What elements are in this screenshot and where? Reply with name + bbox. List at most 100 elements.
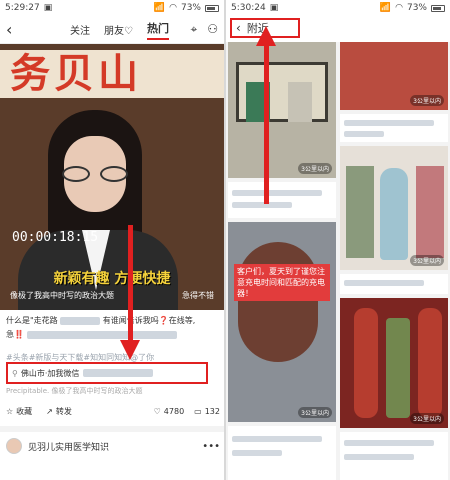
- tab-hot[interactable]: 热门: [146, 20, 169, 40]
- notification-icon: ▣: [269, 3, 279, 13]
- share-icon: ↗: [46, 406, 53, 416]
- battery-percent: 73%: [406, 3, 427, 13]
- back-icon[interactable]: ‹: [236, 21, 241, 35]
- video-caption-main: 新颖有趣 方便快捷: [53, 271, 171, 287]
- more-icon[interactable]: •••: [202, 441, 220, 452]
- tile-image: [238, 242, 318, 362]
- feed-tile[interactable]: 3公里以内: [340, 146, 448, 270]
- author-name[interactable]: 见羽儿实用医学知识: [28, 440, 109, 453]
- blurred-text: [60, 316, 101, 325]
- blurred-text: [344, 454, 414, 460]
- tile-image-object: [346, 166, 374, 258]
- star-icon: ☆: [6, 406, 14, 416]
- location-text: 佛山市·加我微信: [20, 368, 80, 378]
- feed-tile-caption[interactable]: [340, 432, 448, 480]
- signal-icon: 📶: [379, 3, 392, 13]
- caption-sub-right: 急得不错: [182, 291, 214, 300]
- tile-overlay-text: 客户们，夏天到了谨您注意充电时间和匹配的充电器！: [234, 264, 330, 301]
- post-tags[interactable]: #头条#新版与天下载#知知同知知@了你: [6, 352, 220, 362]
- post-caption: 什么是"走花路 有谁闻告诉我吗❓在线等, 急‼️: [6, 314, 220, 342]
- status-time: 5:29:27: [5, 3, 40, 13]
- caption-line1-prefix: 什么是"走花路: [6, 316, 58, 325]
- presenter-glasses: [62, 166, 128, 182]
- location-link[interactable]: ⚲ 佛山市·加我微信: [6, 362, 208, 384]
- feed-tile[interactable]: 客户们，夏天到了谨您注意充电时间和匹配的充电器！ 3公里以内: [228, 222, 336, 422]
- annotation-arrow-shaft: [264, 44, 269, 204]
- distance-badge: 3公里以内: [410, 95, 444, 106]
- post-actions: ☆ 收藏 ↗ 转发 ♡ 4780 ▭ 132: [6, 402, 220, 420]
- wifi-icon: ◠: [169, 3, 177, 13]
- tile-image-object: [386, 318, 410, 418]
- blurred-text: [26, 330, 177, 339]
- divider: [0, 426, 224, 432]
- blurred-text: [232, 190, 322, 196]
- caption-line1-end: 在线等,: [168, 316, 196, 325]
- distance-badge: 3公里以内: [410, 255, 444, 266]
- battery-percent: 73%: [180, 3, 201, 13]
- feed-tile-caption[interactable]: [228, 182, 336, 218]
- back-icon[interactable]: ‹: [6, 20, 28, 39]
- avatar[interactable]: [6, 438, 22, 454]
- blurred-text: [344, 440, 434, 446]
- annotation-arrow-head: [120, 340, 140, 360]
- tab-following[interactable]: 关注: [70, 22, 90, 37]
- exclamation-emoji: ‼️: [14, 330, 24, 339]
- post-extra-line: Precipitable. 像极了我高中时写的政治大题: [6, 387, 143, 395]
- left-phone-screen: 5:29:27 ▣ 📶 ◠ 73% ‹ 关注 朋友♡ 热门 ⌖ ⚇ 务贝山 00…: [0, 0, 224, 480]
- blurred-text: [344, 131, 384, 137]
- like-button[interactable]: ♡ 4780: [154, 407, 185, 416]
- status-bar: 5:29:27 ▣ 📶 ◠ 73%: [0, 0, 224, 16]
- video-player[interactable]: 务贝山 00:00:18:15 新颖有趣 方便快捷 像极了我高中时写的政治大题 …: [0, 44, 224, 310]
- annotation-arrow-head: [256, 26, 276, 46]
- blurred-text: [232, 450, 282, 456]
- top-nav: ‹ 关注 朋友♡ 热门 ⌖ ⚇: [0, 16, 224, 44]
- video-background-text: 务贝山: [0, 50, 224, 98]
- feed-tile[interactable]: 3公里以内: [228, 42, 336, 178]
- feed-tile-caption[interactable]: [340, 274, 448, 294]
- author-row[interactable]: 见羽儿实用医学知识 •••: [6, 436, 220, 456]
- heart-icon: ♡: [153, 406, 161, 416]
- blurred-text: [344, 120, 434, 126]
- comment-icon: ▭: [194, 406, 202, 416]
- status-time: 5:30:24: [231, 3, 266, 13]
- blurred-text: [232, 202, 292, 208]
- tile-image: [354, 308, 378, 418]
- person-icon[interactable]: ⚇: [207, 22, 218, 37]
- blurred-text: [83, 369, 154, 377]
- distance-badge: 3公里以内: [298, 407, 332, 418]
- tab-friends[interactable]: 朋友♡: [104, 22, 133, 37]
- feed-tile-caption[interactable]: [228, 426, 336, 480]
- pin-icon: ⚲: [12, 368, 18, 378]
- blurred-text: [232, 436, 322, 442]
- comment-count: 132: [204, 406, 220, 416]
- share-label: 转发: [55, 406, 72, 416]
- location-icon[interactable]: ⌖: [190, 22, 197, 37]
- video-caption-sub: 像极了我高中时写的政治大题 急得不错: [0, 290, 224, 301]
- battery-icon: [205, 4, 219, 12]
- caption-line1-mid: 有谁闻: [102, 316, 127, 325]
- notification-icon: ▣: [43, 3, 53, 13]
- feed-tile[interactable]: 3公里以内: [340, 42, 448, 110]
- collect-label: 收藏: [16, 406, 33, 416]
- annotation-arrow-shaft: [128, 225, 133, 343]
- distance-badge: 3公里以内: [410, 413, 444, 424]
- right-phone-screen: 5:30:24 ▣ 📶 ◠ 73% ‹ 附近 3公里以内 客户们，夏天到了谨您注…: [226, 0, 450, 480]
- caption-sub-left: 像极了我高中时写的政治大题: [10, 291, 114, 300]
- like-count: 4780: [163, 406, 185, 416]
- share-button[interactable]: ↗ 转发: [46, 406, 72, 417]
- comment-button[interactable]: ▭ 132: [194, 407, 220, 416]
- blurred-text: [344, 280, 424, 286]
- distance-badge: 3公里以内: [298, 163, 332, 174]
- feed-tile[interactable]: 3公里以内: [340, 298, 448, 428]
- collect-button[interactable]: ☆ 收藏: [6, 406, 32, 417]
- status-bar: 5:30:24 ▣ 📶 ◠ 73%: [226, 0, 450, 16]
- tile-image-object: [418, 308, 442, 418]
- tile-image: [380, 168, 408, 260]
- caption-line2-prefix: 急: [6, 330, 14, 339]
- wifi-icon: ◠: [395, 3, 403, 13]
- signal-icon: 📶: [153, 3, 166, 13]
- battery-icon: [431, 4, 445, 12]
- feed-tile-caption[interactable]: [340, 114, 448, 142]
- tile-image-object: [416, 166, 444, 258]
- video-timer: 00:00:18:15: [12, 230, 99, 245]
